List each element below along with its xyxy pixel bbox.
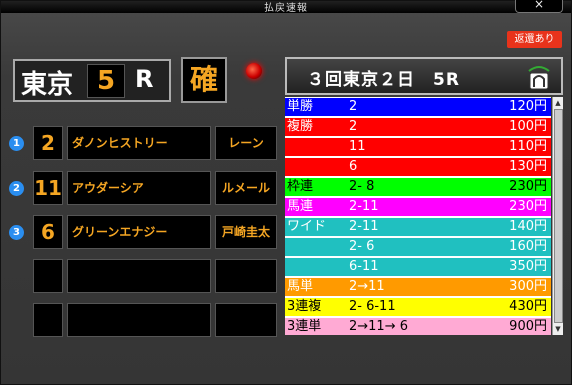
payout-combination: 2- 6-11 bbox=[349, 299, 396, 314]
payout-amount: 120円 bbox=[509, 99, 547, 114]
horse-number bbox=[33, 303, 63, 337]
payout-type: 馬連 bbox=[287, 199, 314, 214]
result-row bbox=[13, 303, 277, 337]
horse-number bbox=[33, 259, 63, 293]
payout-combination: 6 bbox=[349, 159, 358, 174]
payout-row: 複勝 2 100円 bbox=[285, 118, 551, 136]
race-info-box: 東京 5 R bbox=[13, 59, 171, 102]
status-lamp-icon bbox=[246, 63, 262, 79]
horse-number: 2 bbox=[33, 126, 63, 160]
payout-type: 馬単 bbox=[287, 279, 314, 294]
jockey-name: ルメール bbox=[215, 171, 277, 205]
result-row bbox=[13, 259, 277, 293]
payout-combination: 11 bbox=[349, 139, 366, 154]
payout-amount: 140円 bbox=[509, 219, 547, 234]
payout-list[interactable]: 単勝 2 120円 複勝 2 100円 11 110円 6 130円 枠連 2- 8 230円 馬連 2-1… bbox=[285, 97, 551, 335]
payout-window: 払戻速報 × 返還あり 東京 5 R 確 1 2 ダノンヒストリー レーン 2 … bbox=[0, 0, 572, 385]
race-label: R bbox=[135, 65, 154, 93]
race-number: 5 bbox=[87, 64, 125, 98]
refund-badge: 返還あり bbox=[507, 31, 562, 48]
payout-amount: 300円 bbox=[509, 279, 547, 294]
payout-type: 複勝 bbox=[287, 119, 314, 134]
horse-name bbox=[67, 259, 211, 293]
payout-row: 11 110円 bbox=[285, 138, 551, 156]
result-row: 3 6 グリーンエナジー 戸崎圭太 bbox=[9, 215, 277, 249]
payout-combination: 2 bbox=[349, 119, 358, 134]
payout-amount: 230円 bbox=[509, 199, 547, 214]
payout-row: 3連単 2→11→ 6 900円 bbox=[285, 318, 551, 335]
payout-amount: 900円 bbox=[509, 319, 547, 334]
payout-row: 6-11 350円 bbox=[285, 258, 551, 276]
payout-amount: 160円 bbox=[509, 239, 547, 254]
payout-row: 単勝 2 120円 bbox=[285, 98, 551, 116]
payout-amount: 430円 bbox=[509, 299, 547, 314]
confirmed-indicator: 確 bbox=[181, 57, 227, 103]
payout-amount: 130円 bbox=[509, 159, 547, 174]
jockey-name: レーン bbox=[215, 126, 277, 160]
jockey-name bbox=[215, 259, 277, 293]
payout-row: 2- 6 160円 bbox=[285, 238, 551, 256]
result-row: 2 11 アウダーシア ルメール bbox=[9, 171, 277, 205]
scroll-up-button[interactable]: ▲ bbox=[553, 98, 563, 108]
payout-type: 3連複 bbox=[287, 299, 322, 314]
payout-combination: 2- 8 bbox=[349, 179, 375, 194]
payout-amount: 350円 bbox=[509, 259, 547, 274]
rank-badge: 1 bbox=[9, 136, 24, 151]
horse-name: アウダーシア bbox=[67, 171, 211, 205]
payout-combination: 2-11 bbox=[349, 219, 379, 234]
payout-type: 枠連 bbox=[287, 179, 314, 194]
payout-combination: 2- 6 bbox=[349, 239, 375, 254]
payout-combination: 2→11 bbox=[349, 279, 385, 294]
payout-row: 馬連 2-11 230円 bbox=[285, 198, 551, 216]
payout-combination: 6-11 bbox=[349, 259, 379, 274]
jockey-name: 戸崎圭太 bbox=[215, 215, 277, 249]
horse-number: 11 bbox=[33, 171, 63, 205]
payout-amount: 110円 bbox=[509, 139, 547, 154]
payout-type: ワイド bbox=[287, 219, 327, 234]
result-row: 1 2 ダノンヒストリー レーン bbox=[9, 126, 277, 160]
payout-type: 単勝 bbox=[287, 99, 314, 114]
venue-name: 東京 bbox=[21, 70, 74, 100]
rank-badge: 3 bbox=[9, 225, 24, 240]
horse-name: グリーンエナジー bbox=[67, 215, 211, 249]
horse-number: 6 bbox=[33, 215, 63, 249]
payout-row: 6 130円 bbox=[285, 158, 551, 176]
scroll-thumb[interactable] bbox=[554, 109, 563, 323]
race-header-text: ３回東京２日 5R bbox=[307, 70, 460, 90]
jockey-name bbox=[215, 303, 277, 337]
close-button[interactable]: × bbox=[515, 0, 563, 13]
payout-type: 3連単 bbox=[287, 319, 322, 334]
payout-row: 馬単 2→11 300円 bbox=[285, 278, 551, 296]
horse-name bbox=[67, 303, 211, 337]
payout-combination: 2 bbox=[349, 99, 358, 114]
payout-row: ワイド 2-11 140円 bbox=[285, 218, 551, 236]
payout-amount: 100円 bbox=[509, 119, 547, 134]
race-header: ３回東京２日 5R bbox=[285, 57, 563, 95]
payout-amount: 230円 bbox=[509, 179, 547, 194]
title-bar: 払戻速報 × bbox=[1, 0, 571, 14]
payout-combination: 2→11→ 6 bbox=[349, 319, 409, 334]
window-title: 払戻速報 bbox=[264, 3, 308, 14]
horse-name: ダノンヒストリー bbox=[67, 126, 211, 160]
payout-row: 3連複 2- 6-11 430円 bbox=[285, 298, 551, 316]
payout-scrollbar[interactable]: ▲ ▼ bbox=[552, 97, 563, 335]
scroll-down-button[interactable]: ▼ bbox=[553, 324, 563, 334]
payout-combination: 2-11 bbox=[349, 199, 379, 214]
payout-row: 枠連 2- 8 230円 bbox=[285, 178, 551, 196]
rank-badge: 2 bbox=[9, 181, 24, 196]
jra-logo-icon bbox=[528, 66, 550, 90]
